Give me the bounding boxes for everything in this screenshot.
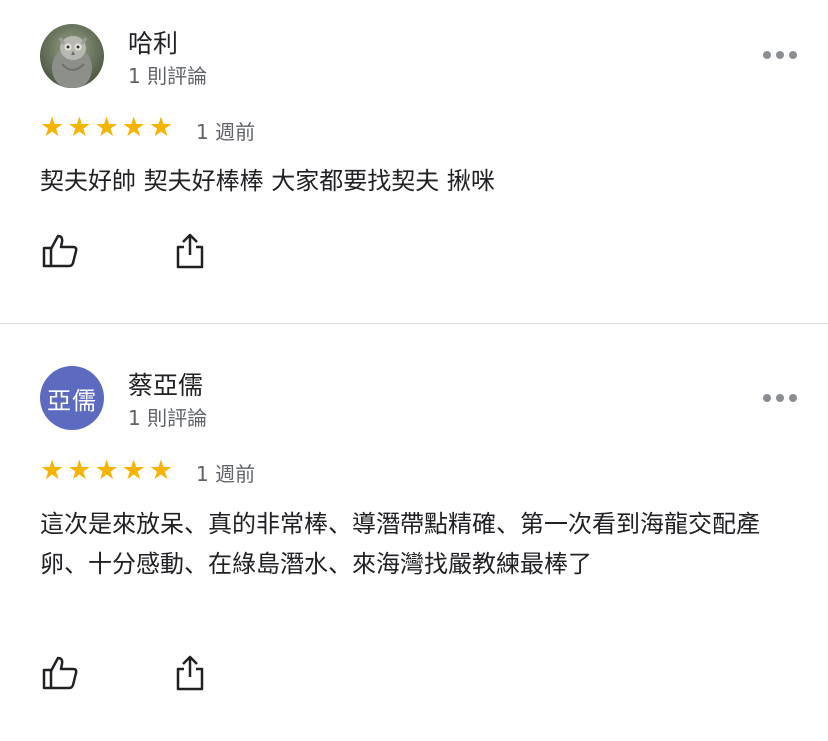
like-button[interactable] [40, 231, 80, 271]
reviewer-name[interactable]: 哈利 [128, 24, 178, 60]
more-options-icon[interactable] [760, 385, 800, 411]
star-icon: ★ [94, 112, 119, 143]
star-icon: ★ [121, 112, 146, 143]
share-button[interactable] [170, 231, 210, 271]
star-rating: ★ ★ ★ ★ ★ [40, 114, 173, 141]
review-text: 這次是來放呆、真的非常棒、導潛帶點精確、第一次看到海龍交配產卵、十分感動、在綠島… [40, 510, 760, 578]
share-icon [176, 233, 204, 269]
review-text: 契夫好帥 契夫好棒棒 大家都要找契夫 揪咪 [40, 167, 495, 195]
star-icon: ★ [121, 455, 146, 486]
review-card: 哈利 1 則評論 ★ ★ ★ ★ ★ 1 週前 契夫好帥 契夫好棒棒 大家都要找… [0, 0, 828, 323]
review-time: 1 週前 [196, 120, 256, 144]
reviewer-avatar[interactable] [40, 24, 104, 88]
star-icon: ★ [148, 455, 174, 486]
star-rating: ★ ★ ★ ★ ★ [40, 457, 173, 484]
star-icon: ★ [67, 455, 92, 486]
thumbs-up-icon [42, 656, 78, 690]
thumbs-up-icon [42, 234, 78, 268]
like-button[interactable] [40, 653, 80, 693]
more-options-icon[interactable] [760, 42, 800, 68]
star-icon: ★ [67, 112, 92, 143]
star-icon: ★ [40, 455, 65, 486]
star-icon: ★ [40, 112, 65, 143]
star-icon: ★ [94, 455, 119, 486]
review-time: 1 週前 [196, 462, 256, 486]
owl-photo-icon [40, 24, 104, 88]
star-icon: ★ [148, 112, 174, 143]
share-button[interactable] [170, 653, 210, 693]
review-count: 1 則評論 [128, 64, 208, 88]
review-card: 亞儒 蔡亞儒 1 則評論 ★ ★ ★ ★ ★ 1 週前 這次是來放呆、真的非常棒… [0, 324, 828, 741]
reviewer-name[interactable]: 蔡亞儒 [128, 366, 203, 402]
reviewer-avatar[interactable]: 亞儒 [40, 366, 104, 430]
review-count: 1 則評論 [128, 406, 208, 430]
share-icon [176, 655, 204, 691]
